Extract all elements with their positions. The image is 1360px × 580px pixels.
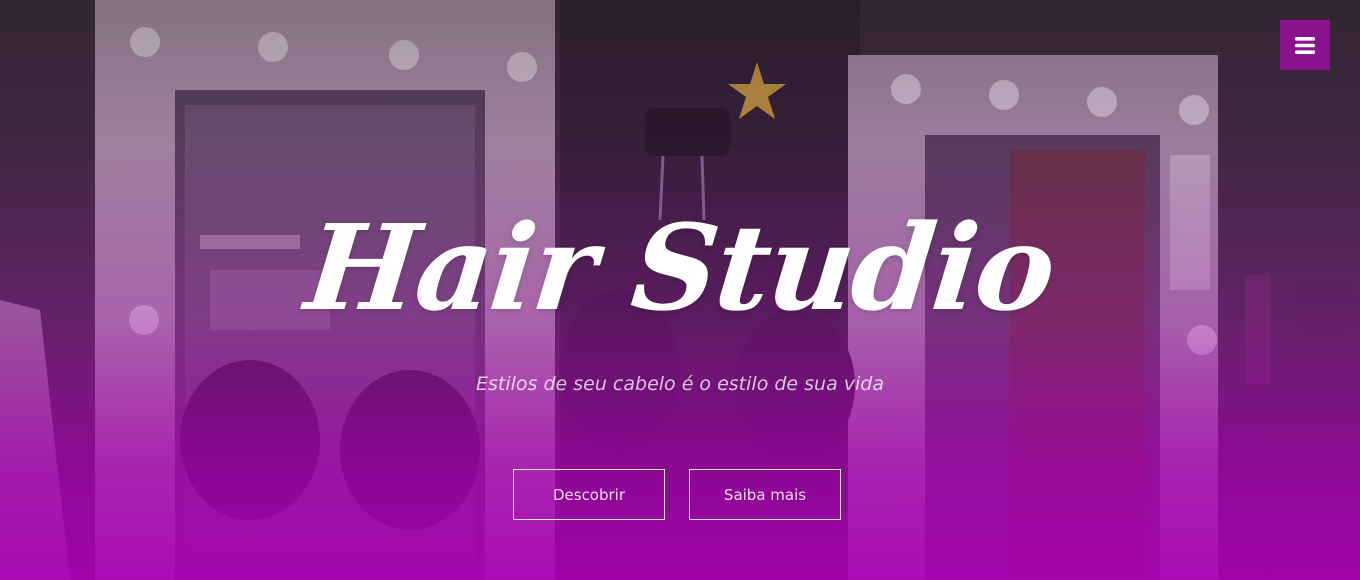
discover-button[interactable]: Descobrir	[513, 469, 665, 520]
hero-subtitle: Estilos de seu cabelo é o estilo de sua …	[475, 373, 884, 395]
learn-more-button[interactable]: Saiba mais	[689, 469, 841, 520]
hero-title: Hair Studio	[299, 198, 1061, 337]
hamburger-menu-icon	[1295, 36, 1315, 54]
menu-button[interactable]	[1280, 20, 1330, 70]
hero-section: Hair Studio Estilos de seu cabelo é o es…	[0, 0, 1360, 580]
